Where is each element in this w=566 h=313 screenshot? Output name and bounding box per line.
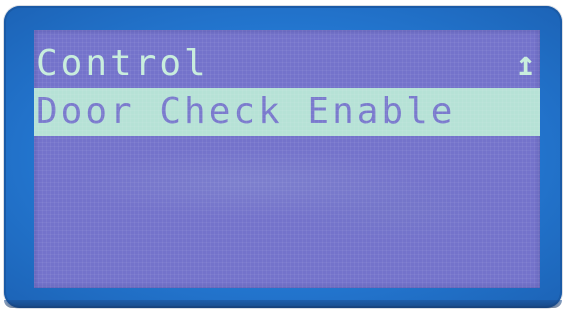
menu-item-label: Door Check Enable	[36, 91, 456, 132]
bezel-shadow	[4, 300, 562, 308]
lcd-screen: Control ↥ Door Check Enable	[34, 30, 540, 288]
backlight-blotch	[74, 148, 434, 218]
menu-title: Control	[36, 43, 209, 84]
menu-item-door-check-enable[interactable]: Door Check Enable	[34, 88, 540, 136]
backlight-blotch	[294, 180, 494, 240]
menu-header: Control ↥	[34, 43, 540, 85]
up-arrow-icon[interactable]: ↥	[516, 44, 536, 84]
device-photo: Control ↥ Door Check Enable	[0, 0, 566, 313]
